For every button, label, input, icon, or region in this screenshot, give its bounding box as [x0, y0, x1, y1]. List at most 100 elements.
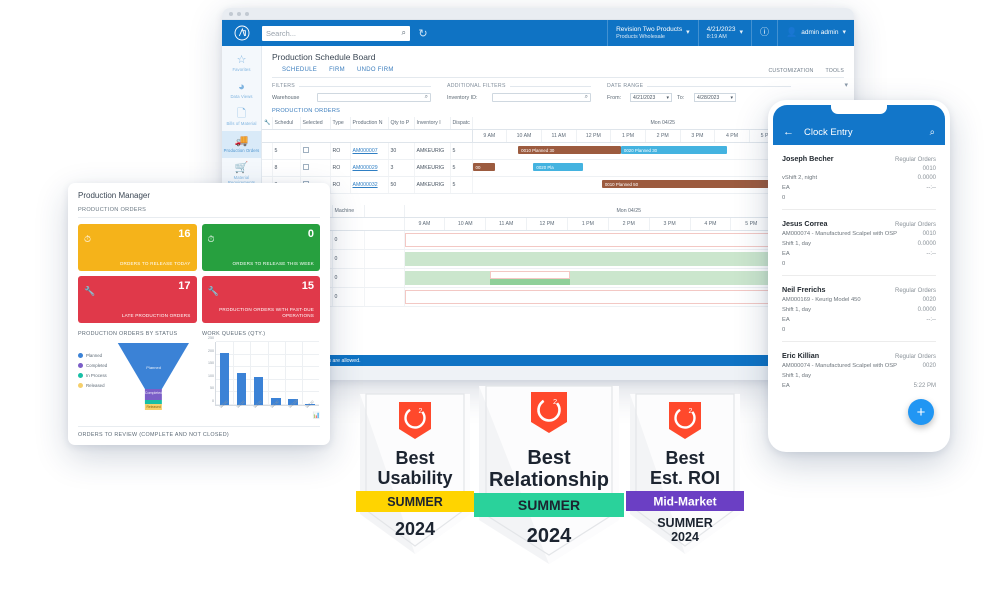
legend-item[interactable]: Planned [78, 353, 107, 358]
screenshot-root: Search... ⌕ ↻ Revision Two Products Prod… [0, 0, 1000, 596]
cell-production-nbr[interactable]: AM000032 [350, 176, 389, 194]
entry-line-uom: EA --:-- [782, 185, 936, 192]
production-order-link[interactable]: AM000032 [353, 182, 378, 188]
question-mark-icon[interactable]: ⓘ [760, 27, 769, 38]
search-icon[interactable]: ⌕ [930, 127, 935, 138]
cell-selected[interactable] [300, 142, 331, 160]
sidebar-item-data-views[interactable]: ◕ Data Views [222, 77, 261, 104]
machine-row[interactable]: 0001 0 0 [262, 230, 854, 250]
row-checkbox[interactable] [302, 147, 309, 153]
chevron-down-icon[interactable]: ▾ [686, 29, 690, 38]
legend-item[interactable]: Released [78, 383, 107, 388]
arrow-left-icon[interactable]: ← [783, 126, 794, 138]
kpi-tile-orders-to-release-today[interactable]: ⏱ 16 ORDERS TO RELEASE TODAY [78, 224, 197, 271]
employee-name: Neil Frerichs [782, 285, 826, 294]
gantt-bar[interactable]: 0010 Planned 50 [601, 180, 770, 188]
window-close-dot[interactable] [229, 11, 233, 16]
search-input[interactable]: Search... ⌕ [262, 25, 410, 41]
machine-row[interactable]: 0001 1 0 [262, 268, 854, 288]
production-order-link[interactable]: AM000007 [353, 148, 378, 154]
x-tick: WC20 [304, 399, 315, 409]
sidebar-item-production-orders[interactable]: 🚚 Production Orders [222, 131, 261, 158]
window-maximize-dot[interactable] [245, 11, 249, 16]
sidebar-item-bills-of-material[interactable]: 🗋 Bills of Material [222, 104, 261, 131]
badge-line2: Usability [377, 468, 452, 488]
add-entry-fab[interactable]: + [908, 399, 934, 425]
gap-band[interactable] [489, 271, 571, 279]
settings-icon[interactable]: 🔧 [262, 117, 273, 130]
legend-item[interactable]: In Process [78, 373, 107, 378]
production-order-link[interactable]: AM000029 [353, 165, 378, 171]
time-value: --:-- [926, 185, 936, 191]
window-minimize-dot[interactable] [237, 11, 241, 16]
to-date-input[interactable]: 4/28/2023 ▾ [694, 93, 736, 102]
table-row[interactable]: 8 RO AM000032 50 AMKEURIG 5 0010 Planned… [262, 176, 854, 194]
tab-schedule[interactable]: SCHEDULE [282, 67, 317, 73]
help-button[interactable]: ⓘ [751, 20, 777, 46]
capacity-band[interactable] [404, 233, 773, 247]
chevron-down-icon[interactable]: ▾ [842, 29, 846, 38]
capacity-band[interactable] [404, 290, 773, 304]
cell-selected[interactable] [300, 159, 331, 177]
cell-production-nbr[interactable]: AM000007 [350, 142, 389, 160]
customization-link[interactable]: CUSTOMIZATION [768, 68, 813, 74]
kpi-label: ORDERS TO RELEASE THIS WEEK [232, 261, 314, 266]
kpi-value: 15 [301, 280, 314, 292]
from-date-input[interactable]: 4/21/2023 ▾ [630, 93, 672, 102]
search-icon[interactable]: ⌕ [425, 94, 428, 101]
row-handle[interactable] [262, 142, 273, 160]
tab-firm[interactable]: FIRM [329, 67, 345, 73]
user-menu[interactable]: 👤 admin admin ▾ [777, 20, 854, 46]
machine-row[interactable]: 0001 0 0 [262, 287, 854, 307]
list-item[interactable]: Joseph Becher Regular Orders 0010 vShift… [782, 145, 936, 210]
acumatica-logo-icon[interactable] [222, 20, 262, 46]
chevron-down-icon[interactable]: ▾ [666, 95, 669, 101]
inventory-input[interactable]: ⌕ [492, 93, 591, 102]
chevron-down-icon[interactable]: ▾ [730, 95, 733, 101]
refresh-icon[interactable]: ↻ [410, 27, 436, 40]
overload-band[interactable] [489, 279, 571, 285]
collapse-filters-icon[interactable]: ▾ [844, 81, 848, 89]
table-row[interactable]: 5 RO AM000007 30 AMKEURIG 5 0010 Planned… [262, 142, 854, 160]
business-date-selector[interactable]: 4/21/2023 8:19 AM ▾ [697, 20, 751, 46]
load-band[interactable] [404, 271, 773, 285]
phone-screen: ← Clock Entry ⌕ Joseph Becher Regular Or… [773, 105, 945, 447]
table-row[interactable]: 8 RO AM000029 3 AMKEURIG 5 00 0020 Pla [262, 159, 854, 177]
legend-item[interactable]: Completed [78, 363, 107, 368]
load-band[interactable] [404, 252, 773, 266]
search-icon[interactable]: ⌕ [585, 94, 588, 101]
pie-chart-icon: ◕ [238, 81, 245, 93]
kpi-tile-past-due-operations[interactable]: 🔧 15 PRODUCTION ORDERS WITH PAST-DUE OPE… [201, 276, 320, 323]
search-icon[interactable]: ⌕ [402, 28, 406, 38]
list-item[interactable]: Eric Killian Regular Orders AM000074 - M… [782, 342, 936, 398]
sidebar-item-favorites[interactable]: ☆ Favorites [222, 50, 261, 77]
additional-filters-legend: ADDITIONAL FILTERS [447, 83, 591, 89]
row-checkbox[interactable] [302, 164, 309, 170]
gantt-bar[interactable]: 0020 Pla [533, 163, 583, 171]
gantt-bar[interactable]: 0010 Planned 30 [518, 146, 621, 154]
cell-sparkline [364, 249, 405, 269]
gantt-bar[interactable]: 0020 Planned 30 [620, 146, 728, 154]
tools-link[interactable]: TOOLS [826, 68, 845, 74]
tab-undo-firm[interactable]: UNDO FIRM [357, 67, 394, 73]
hour-label: 2 PM [645, 129, 681, 143]
list-item[interactable]: Jesus Correa Regular Orders AM000074 - M… [782, 210, 936, 276]
cell-qty: 30 [388, 142, 415, 160]
kpi-tile-late-production-orders[interactable]: 🔧 17 LATE PRODUCTION ORDERS [78, 276, 197, 323]
shift-label: Shift 1, day [782, 241, 812, 247]
company-selector[interactable]: Revision Two Products Products Wholesale… [607, 20, 698, 46]
gantt-bar[interactable]: 00 [472, 163, 496, 171]
time-value: 5:22 PM [913, 383, 936, 389]
warehouse-input[interactable]: ⌕ [317, 93, 431, 102]
cell-production-nbr[interactable]: AM000029 [350, 159, 389, 177]
machine-row[interactable]: 0001 1 0 [262, 249, 854, 269]
kpi-tile-orders-to-release-this-week[interactable]: ⏱ 0 ORDERS TO RELEASE THIS WEEK [201, 224, 320, 271]
cell-schedule: 8 [272, 159, 301, 177]
chevron-down-icon[interactable]: ▾ [740, 29, 744, 38]
col-machine: Machine [332, 205, 365, 218]
chart-type-icon[interactable]: 📊 [313, 412, 320, 419]
bar[interactable] [219, 352, 230, 405]
row-handle[interactable] [262, 159, 273, 177]
star-icon: ☆ [236, 54, 247, 66]
list-item[interactable]: Neil Frerichs Regular Orders AM000169 - … [782, 276, 936, 342]
